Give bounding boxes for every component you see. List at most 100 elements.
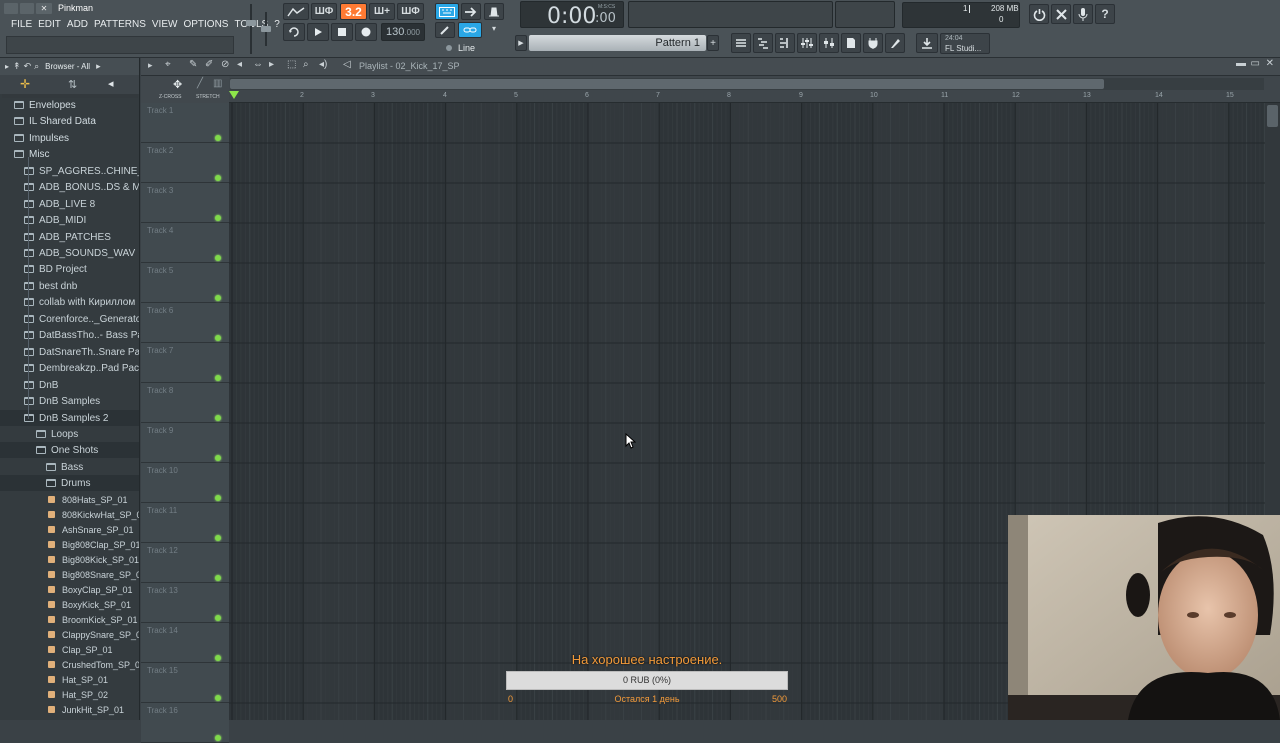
browser-sample-item[interactable]: BoxyKick_SP_01 bbox=[0, 597, 139, 612]
browser-folder-item[interactable]: ADB_MIDI bbox=[0, 212, 139, 228]
track-mute-led-icon[interactable] bbox=[215, 295, 221, 301]
browser-sample-item[interactable]: BoxyClap_SP_01 bbox=[0, 582, 139, 597]
track-header[interactable]: Track 13 bbox=[141, 583, 229, 623]
browser-search-icon[interactable]: ⌕ bbox=[34, 61, 39, 72]
song-start-marker-icon[interactable] bbox=[229, 91, 239, 99]
track-header[interactable]: Track 4 bbox=[141, 223, 229, 263]
news-panel[interactable]: 24:04 FL Studi... bbox=[940, 33, 990, 54]
menu-options[interactable]: OPTIONS bbox=[183, 19, 228, 30]
browser-menu-arrow-icon[interactable]: ▸ bbox=[5, 62, 9, 71]
typing-keyboard-button[interactable] bbox=[435, 3, 459, 20]
browser-sample-item[interactable]: Hat_SP_01 bbox=[0, 672, 139, 687]
track-mute-led-icon[interactable] bbox=[215, 655, 221, 661]
mixer-button[interactable] bbox=[797, 33, 817, 53]
window-restore-icon[interactable] bbox=[20, 3, 34, 14]
playlist-close-icon[interactable]: ✕ bbox=[1266, 58, 1274, 69]
browser-folder-item[interactable]: best dnb bbox=[0, 278, 139, 294]
browser-up-icon[interactable]: ↟ bbox=[13, 61, 21, 72]
snap-dropdown-arrow-icon[interactable]: ▾ bbox=[484, 24, 504, 38]
metronome-button[interactable] bbox=[283, 3, 309, 20]
channel-rack-button[interactable] bbox=[775, 33, 795, 53]
track-mute-led-icon[interactable] bbox=[215, 695, 221, 701]
tools-button[interactable] bbox=[1051, 4, 1071, 24]
track-header[interactable]: Track 1 bbox=[141, 103, 229, 143]
track-header[interactable]: Track 11 bbox=[141, 503, 229, 543]
browser-folder-item[interactable]: Envelopes bbox=[0, 97, 139, 113]
playlist-grid-icon[interactable]: ▥ bbox=[213, 78, 222, 89]
track-mute-led-icon[interactable] bbox=[215, 735, 221, 741]
playlist-track-view-icon[interactable]: ✥ bbox=[173, 78, 182, 91]
pattern-picker-arrow-icon[interactable]: ▶ bbox=[515, 35, 527, 51]
add-pattern-button[interactable]: + bbox=[707, 35, 719, 51]
playlist-back-icon[interactable]: ◁ bbox=[343, 59, 351, 70]
record-button[interactable] bbox=[355, 23, 377, 41]
step-edit-button[interactable]: ШФ bbox=[397, 3, 424, 20]
delete-tool-icon[interactable]: ⊘ bbox=[221, 59, 229, 70]
track-mute-led-icon[interactable] bbox=[215, 375, 221, 381]
touch-controller-button[interactable] bbox=[885, 33, 905, 53]
browser-sample-item[interactable]: JunkHit_SP_01 bbox=[0, 702, 139, 717]
browser-window-button[interactable] bbox=[841, 33, 861, 53]
pattern-selector[interactable]: Pattern 1 bbox=[529, 35, 706, 51]
browser-folder-item[interactable]: IL Shared Data bbox=[0, 113, 139, 129]
browser-sample-item[interactable]: CrushedTom_SP_01 bbox=[0, 657, 139, 672]
swing-button[interactable]: Ш+ bbox=[369, 3, 395, 20]
browser-sample-item[interactable]: 808Hats_SP_01 bbox=[0, 492, 139, 507]
playlist-minimize-icon[interactable]: ▬ bbox=[1236, 58, 1246, 69]
browser-folder-item[interactable]: One Shots bbox=[0, 442, 139, 458]
mute-tool-icon[interactable]: ◂ bbox=[237, 59, 242, 70]
playlist-snap-magnet-icon[interactable]: ⌖ bbox=[165, 59, 171, 70]
track-mute-led-icon[interactable] bbox=[215, 335, 221, 341]
browser-sample-item[interactable]: Clap_SP_01 bbox=[0, 642, 139, 657]
track-header[interactable]: Track 7 bbox=[141, 343, 229, 383]
draw-tool-button[interactable] bbox=[435, 22, 455, 38]
song-time-display[interactable]: 0:00 :00 M:S:CS bbox=[520, 1, 624, 29]
stop-button[interactable] bbox=[331, 23, 353, 41]
tempo-tap-button[interactable]: ШФ bbox=[311, 3, 337, 20]
browser-sample-item[interactable]: Big808Kick_SP_01 bbox=[0, 552, 139, 567]
browser-folder-item[interactable]: Impulses bbox=[0, 130, 139, 146]
browser-folder-item[interactable]: DatSnareTh..Snare Pack bbox=[0, 344, 139, 360]
track-mute-led-icon[interactable] bbox=[215, 535, 221, 541]
online-status-button[interactable] bbox=[1029, 4, 1049, 24]
countdown-button[interactable]: 3.2 bbox=[340, 3, 367, 20]
browser-sample-item[interactable]: AshSnare_SP_01 bbox=[0, 522, 139, 537]
playlist-vscroll-thumb[interactable] bbox=[1267, 105, 1278, 127]
track-mute-led-icon[interactable] bbox=[215, 255, 221, 261]
playlist-pattern-icon[interactable]: ╱ bbox=[197, 78, 203, 89]
menu-view[interactable]: VIEW bbox=[152, 19, 178, 30]
menu-patterns[interactable]: PATTERNS bbox=[94, 19, 146, 30]
playback-tool-icon[interactable]: ◂) bbox=[319, 59, 327, 70]
slip-tool-icon[interactable]: ⇔ bbox=[253, 59, 263, 70]
browser-sample-item[interactable]: BroomKick_SP_01 bbox=[0, 612, 139, 627]
menu-file[interactable]: FILE bbox=[11, 19, 32, 30]
window-close-icon[interactable]: ✕ bbox=[36, 3, 52, 14]
link-button[interactable] bbox=[458, 22, 482, 38]
track-mute-led-icon[interactable] bbox=[215, 615, 221, 621]
browser-folder-item[interactable]: ADB_LIVE 8 bbox=[0, 196, 139, 212]
help-button[interactable]: ? bbox=[1095, 4, 1115, 24]
browser-folder-item[interactable]: SP_AGGRES..CHINE_2-1 bbox=[0, 163, 139, 179]
track-header[interactable]: Track 12 bbox=[141, 543, 229, 583]
browser-folder-item[interactable]: Dembreakzp..Pad Pack bbox=[0, 360, 139, 376]
browser-folder-item[interactable]: ADB_BONUS..DS & MIDI bbox=[0, 179, 139, 195]
tempo-display[interactable]: 130.000 bbox=[381, 23, 425, 41]
playlist-window-button[interactable] bbox=[731, 33, 751, 53]
browser-folder-item[interactable]: Loops bbox=[0, 426, 139, 442]
browser-sample-item[interactable]: ClappySnare_SP_01 bbox=[0, 627, 139, 642]
browser-sample-item[interactable]: Big808Snare_SP_01 bbox=[0, 567, 139, 582]
playlist-menu-arrow-icon[interactable]: ▸ bbox=[148, 60, 153, 71]
menu-help[interactable]: ? bbox=[274, 19, 280, 30]
track-mute-led-icon[interactable] bbox=[215, 135, 221, 141]
browser-folder-item[interactable]: ADB_PATCHES bbox=[0, 229, 139, 245]
track-header[interactable]: Track 15 bbox=[141, 663, 229, 703]
channel-mixer-button[interactable] bbox=[819, 33, 839, 53]
track-header[interactable]: Track 2 bbox=[141, 143, 229, 183]
track-header[interactable]: Track 5 bbox=[141, 263, 229, 303]
track-header[interactable]: Track 14 bbox=[141, 623, 229, 663]
snap-selector[interactable]: Line bbox=[446, 41, 504, 54]
browser-folder-item[interactable]: DnB Samples bbox=[0, 393, 139, 409]
brush-tool-icon[interactable]: ✐ bbox=[205, 59, 213, 70]
browser-sample-item[interactable]: 808KickwHat_SP_01 bbox=[0, 507, 139, 522]
browser-folder-item[interactable]: Misc bbox=[0, 146, 139, 162]
